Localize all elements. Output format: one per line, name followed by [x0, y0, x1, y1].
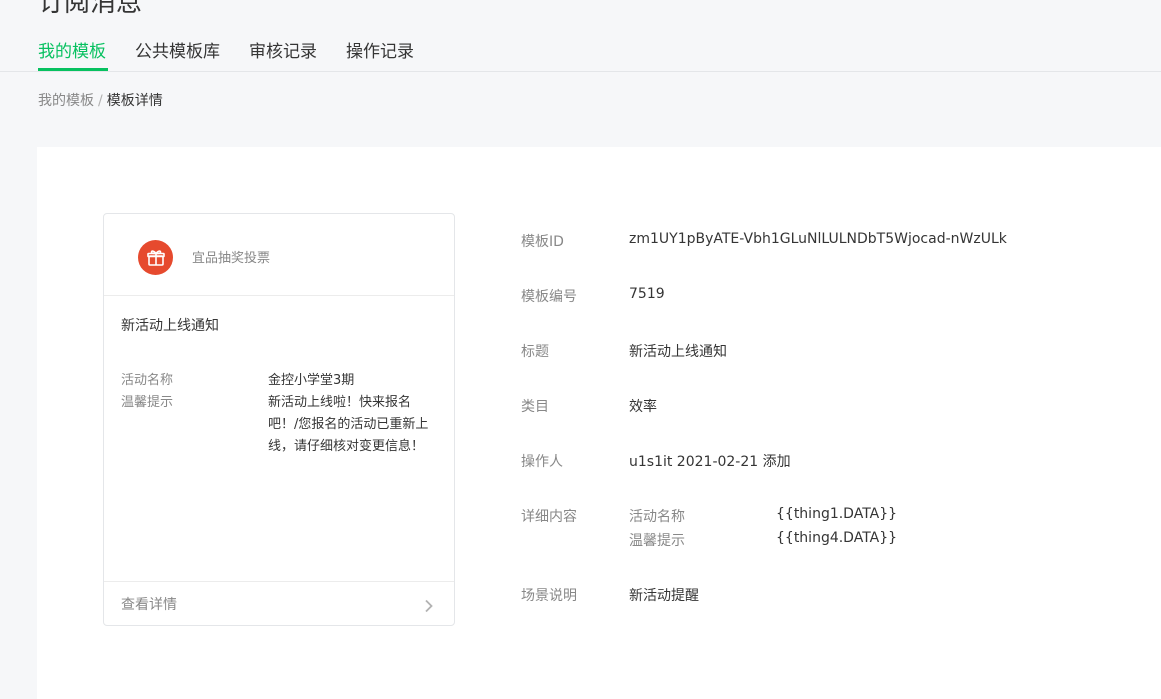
template-id-value: zm1UY1pByATE-Vbh1GLuNlLULNDbT5Wjocad-nWz…	[629, 231, 1007, 247]
operator-value: u1s1it 2021-02-21 添加	[629, 454, 791, 470]
info-row-operator: 操作人 u1s1it 2021-02-21 添加	[521, 451, 1141, 506]
preview-title: 新活动上线通知	[121, 318, 219, 334]
preview-fields: 活动名称 金控小学堂3期 温馨提示 新活动上线啦！快来报名吧！/您报名的活动已重…	[121, 370, 441, 458]
gift-icon	[138, 240, 173, 275]
scene-value: 新活动提醒	[629, 588, 699, 604]
template-info-table: 模板ID zm1UY1pByATE-Vbh1GLuNlLULNDbT5Wjoca…	[521, 231, 1141, 640]
preview-field-value: 金控小学堂3期	[268, 373, 355, 388]
info-label: 标题	[521, 344, 549, 360]
detail-field-key: {{thing1.DATA}}	[776, 506, 898, 522]
info-row-category: 类目 效率	[521, 396, 1141, 451]
detail-field-name: 温馨提示	[629, 533, 685, 549]
breadcrumb-current: 模板详情	[106, 93, 163, 109]
info-label: 场景说明	[521, 588, 577, 604]
detail-field-name: 活动名称	[629, 509, 685, 525]
preview-field-value: 新活动上线啦！快来报名吧！/您报名的活动已重新上线，请仔细核对变更信息！	[268, 395, 429, 454]
preview-field-label: 活动名称	[121, 373, 174, 388]
info-label: 操作人	[521, 454, 563, 470]
breadcrumb-separator: /	[98, 93, 103, 109]
info-row-template-id: 模板ID zm1UY1pByATE-Vbh1GLuNlLULNDbT5Wjoca…	[521, 231, 1141, 286]
view-details-label: 查看详情	[121, 597, 177, 613]
tab-review-records[interactable]: 审核记录	[249, 40, 317, 64]
info-row-title: 标题 新活动上线通知	[521, 341, 1141, 396]
detail-field-key: {{thing4.DATA}}	[776, 530, 898, 546]
title-value: 新活动上线通知	[629, 344, 727, 360]
tab-public-library[interactable]: 公共模板库	[135, 40, 220, 64]
tab-my-templates[interactable]: 我的模板	[38, 40, 106, 64]
info-label: 模板编号	[521, 289, 577, 305]
info-label: 模板ID	[521, 234, 564, 250]
chevron-right-icon	[424, 598, 434, 617]
info-label: 详细内容	[521, 509, 577, 525]
page: 订阅消息 我的模板 公共模板库 审核记录 操作记录 我的模板 / 模板详情 宜品…	[0, 0, 1161, 699]
template-number-value: 7519	[629, 286, 665, 302]
tab-operation-records[interactable]: 操作记录	[346, 40, 414, 64]
app-name: 宜品抽奖投票	[192, 251, 271, 266]
preview-field-label: 温馨提示	[121, 395, 174, 410]
preview-field-row: 温馨提示 新活动上线啦！快来报名吧！/您报名的活动已重新上线，请仔细核对变更信息…	[121, 392, 441, 458]
info-row-template-number: 模板编号 7519	[521, 286, 1141, 341]
info-label: 类目	[521, 399, 549, 415]
preview-card-header: 宜品抽奖投票	[104, 214, 454, 296]
category-value: 效率	[629, 399, 657, 415]
preview-field-row: 活动名称 金控小学堂3期	[121, 370, 441, 392]
active-tab-indicator	[38, 68, 108, 71]
info-row-scene: 场景说明 新活动提醒	[521, 585, 1141, 640]
template-detail-panel: 宜品抽奖投票 新活动上线通知 活动名称 金控小学堂3期 温馨提示 新活动上线啦！…	[37, 147, 1161, 699]
template-preview-card: 宜品抽奖投票 新活动上线通知 活动名称 金控小学堂3期 温馨提示 新活动上线啦！…	[103, 213, 455, 626]
info-row-details: 详细内容 活动名称 {{thing1.DATA}} 温馨提示 {{thing4.…	[521, 506, 1141, 585]
breadcrumb: 我的模板 / 模板详情	[38, 91, 163, 111]
tab-bar: 我的模板 公共模板库 审核记录 操作记录	[0, 0, 1161, 72]
view-details-link[interactable]: 查看详情	[104, 581, 454, 626]
breadcrumb-my-templates[interactable]: 我的模板	[38, 93, 94, 109]
